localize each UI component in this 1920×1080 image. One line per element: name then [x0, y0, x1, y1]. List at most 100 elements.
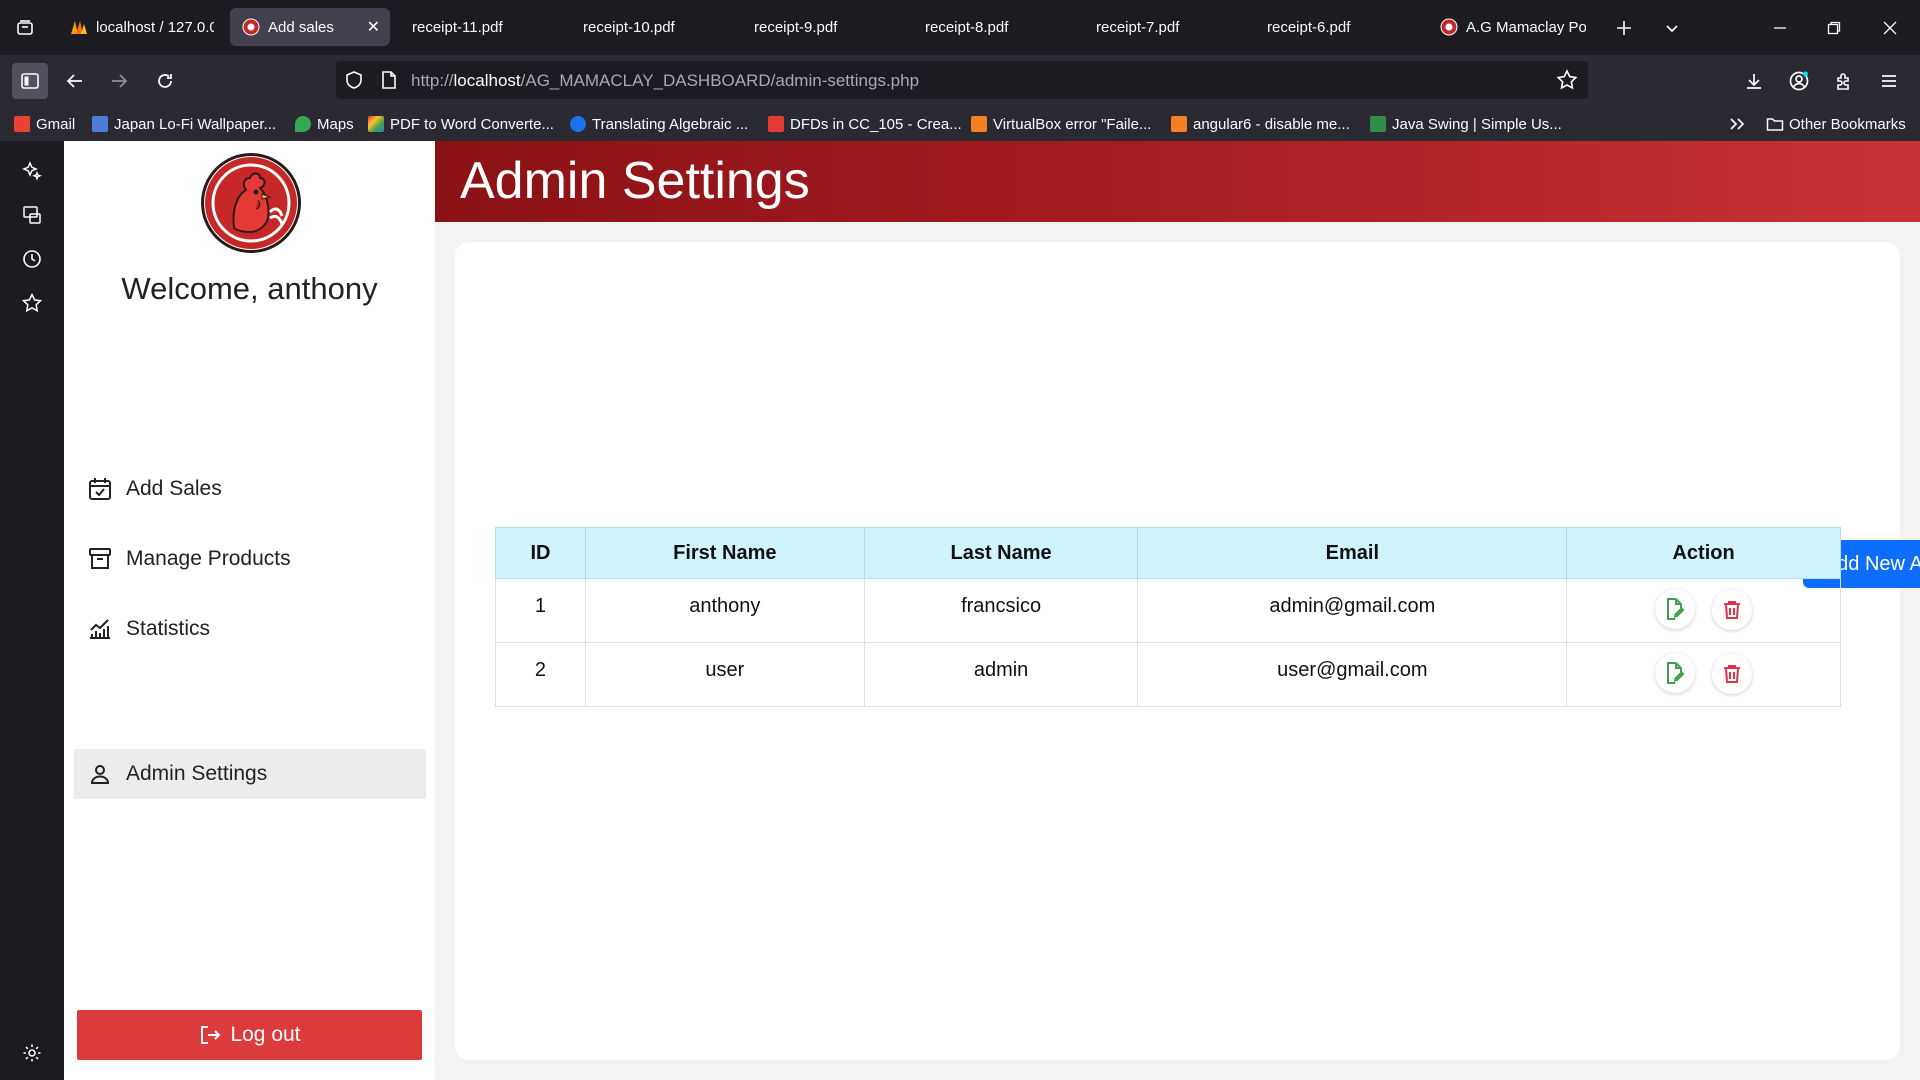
cell-id: 1 — [495, 578, 586, 643]
url-text[interactable]: http://localhost/AG_MAMACLAY_DASHBOARD/a… — [411, 71, 919, 91]
cell-first-name: user — [584, 642, 865, 707]
bookmark-angular6[interactable]: angular6 - disable me... — [1171, 114, 1350, 134]
delete-trash-icon[interactable] — [1712, 590, 1753, 630]
bookmark-label: Translating Algebraic ... — [592, 115, 749, 133]
bookmark-label: Java Swing | Simple Us... — [1392, 115, 1562, 133]
history-clock-icon[interactable] — [20, 247, 44, 271]
tab-receipt-9[interactable]: receipt-9.pdf — [742, 8, 902, 46]
sidebar-item-add-sales[interactable]: Add Sales — [74, 464, 426, 514]
tab-ag-mamaclay[interactable]: A.G Mamaclay Po — [1428, 8, 1586, 46]
column-header: Last Name — [863, 527, 1139, 579]
tab-receipt-8[interactable]: receipt-8.pdf — [913, 8, 1073, 46]
admin-table: ID First Name Last Name Email Action 1 a… — [495, 527, 1841, 707]
column-header: Action — [1566, 527, 1841, 579]
tab-add-sales[interactable]: Add sales ✕ — [230, 8, 390, 46]
welcome-text: Welcome, anthony — [121, 271, 378, 306]
tab-title: receipt-7.pdf — [1096, 18, 1180, 36]
tab-title: Add sales — [268, 18, 334, 36]
ai-sparkle-icon[interactable] — [20, 159, 44, 183]
bookmark-dfds[interactable]: DFDs in CC_105 - Crea... — [768, 114, 962, 134]
bookmarks-star-icon[interactable] — [20, 291, 44, 315]
sidebar-item-admin-settings[interactable]: Admin Settings — [74, 749, 426, 799]
tab-title: localhost / 127.0.0 — [96, 18, 214, 36]
bookmark-java-swing[interactable]: Java Swing | Simple Us... — [1370, 114, 1562, 134]
tab-receipt-11[interactable]: receipt-11.pdf — [400, 8, 560, 46]
url-path: /AG_MAMACLAY_DASHBOARD/admin-settings.ph… — [520, 71, 920, 90]
download-icon[interactable] — [1736, 63, 1772, 99]
url-bar[interactable]: http://localhost/AG_MAMACLAY_DASHBOARD/a… — [336, 61, 1588, 99]
close-window-icon[interactable] — [1862, 0, 1918, 55]
more-bookmarks-icon[interactable] — [1728, 114, 1746, 134]
table-row: 1 anthony francsico admin@gmail.com — [495, 578, 1841, 643]
cell-email: user@gmail.com — [1137, 642, 1568, 707]
close-tab-icon[interactable]: ✕ — [367, 17, 380, 37]
other-bookmarks[interactable]: Other Bookmarks — [1766, 114, 1906, 134]
stackoverflow-icon — [971, 116, 987, 132]
new-tab-icon[interactable] — [1596, 0, 1652, 55]
bookmark-maps[interactable]: Maps — [295, 114, 354, 134]
sidebar-item-manage-products[interactable]: Manage Products — [74, 534, 426, 584]
edit-icon[interactable] — [1654, 653, 1695, 693]
cell-email: admin@gmail.com — [1137, 578, 1568, 643]
column-header: Email — [1137, 527, 1568, 579]
back-arrow-icon[interactable] — [57, 63, 93, 99]
cell-id: 2 — [495, 642, 586, 707]
browser-sidebar-rail — [0, 141, 64, 1080]
page-title: Admin Settings — [460, 152, 810, 210]
bookmark-label: VirtualBox error "Faile... — [993, 115, 1152, 133]
bookmark-label: Gmail — [36, 115, 76, 133]
wave-icon — [570, 116, 586, 132]
cell-last-name: francsico — [863, 578, 1139, 643]
geeksforgeeks-icon — [1370, 116, 1386, 132]
menu-hamburger-icon[interactable] — [1871, 63, 1907, 99]
column-header: ID — [495, 527, 586, 579]
restore-icon[interactable] — [1806, 0, 1862, 55]
cell-actions — [1566, 642, 1841, 707]
bookmark-star-icon[interactable] — [1556, 69, 1578, 96]
account-icon[interactable] — [1781, 63, 1817, 99]
tab-title: receipt-9.pdf — [754, 18, 838, 36]
sidebar-toggle-icon[interactable] — [12, 63, 48, 99]
bookmark-label: Japan Lo-Fi Wallpaper... — [114, 115, 277, 133]
bookmark-label: angular6 - disable me... — [1193, 115, 1350, 133]
tab-list-icon[interactable] — [0, 0, 50, 55]
sidebar-item-statistics[interactable]: Statistics — [74, 604, 426, 654]
reload-icon[interactable] — [147, 63, 183, 99]
tab-receipt-6[interactable]: receipt-6.pdf — [1255, 8, 1415, 46]
calendar-check-icon — [86, 475, 114, 503]
page-header: Admin Settings — [435, 141, 1920, 222]
chevron-down-icon[interactable] — [1648, 0, 1696, 55]
folder-icon — [1766, 116, 1784, 132]
bookmark-gmail[interactable]: Gmail — [14, 114, 75, 134]
tab-receipt-10[interactable]: receipt-10.pdf — [571, 8, 731, 46]
edit-icon[interactable] — [1654, 589, 1695, 629]
tab-title: receipt-6.pdf — [1267, 18, 1351, 36]
phpmyadmin-favicon-icon — [70, 18, 88, 36]
cell-actions — [1566, 578, 1841, 643]
table-header-row: ID First Name Last Name Email Action — [495, 527, 1841, 579]
shield-icon[interactable] — [344, 70, 364, 95]
delete-trash-icon[interactable] — [1712, 654, 1753, 694]
logout-icon — [198, 1023, 222, 1047]
logout-label: Log out — [230, 1023, 301, 1046]
sidebar-item-label: Add Sales — [126, 477, 222, 500]
bookmark-translating[interactable]: Translating Algebraic ... — [570, 114, 748, 134]
forward-arrow-icon[interactable] — [101, 63, 137, 99]
url-prefix: http:// — [411, 71, 454, 90]
browser-tab-bar: localhost / 127.0.0 Add sales ✕ receipt-… — [0, 0, 1920, 55]
tab-receipt-7[interactable]: receipt-7.pdf — [1084, 8, 1244, 46]
bookmark-lofi[interactable]: Japan Lo-Fi Wallpaper... — [92, 114, 276, 134]
settings-gear-icon[interactable] — [20, 1041, 44, 1065]
bookmarks-bar: Gmail Japan Lo-Fi Wallpaper... Maps PDF … — [0, 107, 1920, 141]
bookmark-label: PDF to Word Converte... — [390, 115, 554, 133]
page-info-icon[interactable] — [380, 70, 398, 95]
extensions-icon[interactable] — [1826, 63, 1862, 99]
synced-tabs-icon[interactable] — [20, 203, 44, 227]
logout-button[interactable]: Log out — [77, 1010, 422, 1060]
tab-localhost[interactable]: localhost / 127.0.0 — [58, 8, 214, 46]
browser-nav-bar: http://localhost/AG_MAMACLAY_DASHBOARD/a… — [0, 55, 1920, 107]
bookmark-pdf-word[interactable]: PDF to Word Converte... — [368, 114, 554, 134]
bookmark-virtualbox[interactable]: VirtualBox error "Faile... — [971, 114, 1151, 134]
minimize-icon[interactable] — [1752, 0, 1808, 55]
tab-title: A.G Mamaclay Po — [1466, 18, 1586, 36]
